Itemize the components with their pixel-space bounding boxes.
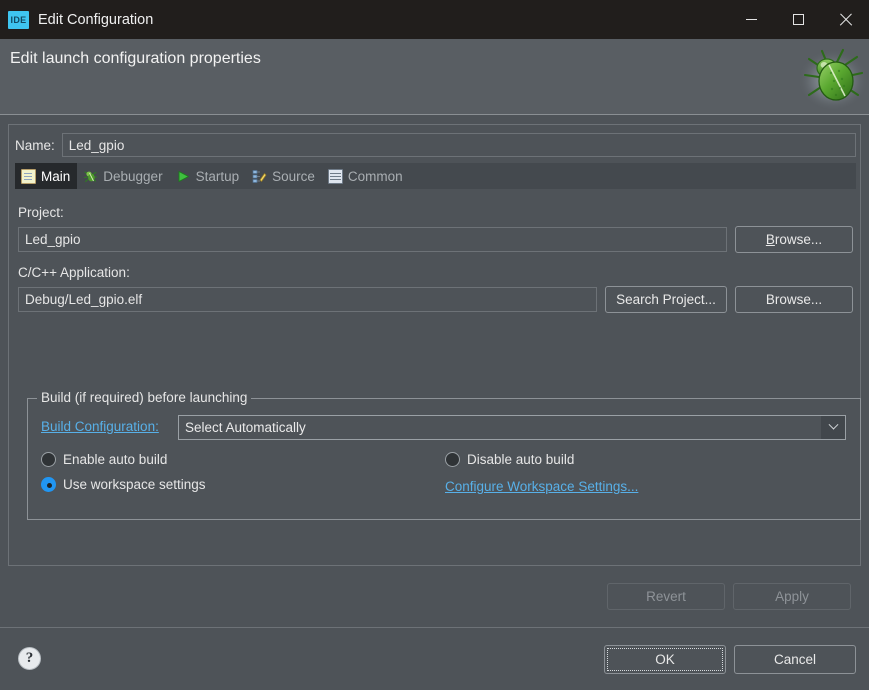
tab-debugger[interactable]: Debugger bbox=[77, 163, 169, 189]
bug-icon bbox=[799, 48, 867, 109]
tab-source[interactable]: Source bbox=[246, 163, 322, 189]
radio-disable-auto-build-label: Disable auto build bbox=[467, 452, 575, 467]
cancel-button[interactable]: Cancel bbox=[734, 645, 856, 674]
application-browse-button[interactable]: Browse... bbox=[735, 286, 853, 313]
project-browse-mnemonic: B bbox=[765, 232, 775, 247]
tab-startup[interactable]: Startup bbox=[170, 163, 247, 189]
tab-startup-label: Startup bbox=[195, 168, 240, 184]
tab-main-label: Main bbox=[41, 168, 71, 184]
header-separator bbox=[0, 114, 869, 115]
tab-debugger-label: Debugger bbox=[103, 168, 163, 184]
source-edit-icon bbox=[252, 169, 267, 184]
edit-configuration-dialog: IDE Edit Configuration Edit launch confi… bbox=[0, 0, 869, 690]
configure-workspace-settings-link[interactable]: Configure Workspace Settings... bbox=[445, 479, 638, 494]
footer-separator bbox=[0, 627, 869, 628]
build-group: Build (if required) before launching Bui… bbox=[27, 390, 861, 520]
close-icon bbox=[839, 13, 852, 26]
chevron-down-icon bbox=[821, 416, 845, 439]
table-icon bbox=[327, 168, 343, 184]
bug-icon bbox=[83, 169, 98, 184]
revert-apply-row: Revert Apply bbox=[607, 583, 851, 610]
minimize-button[interactable] bbox=[728, 0, 775, 39]
apply-button[interactable]: Apply bbox=[733, 583, 851, 610]
tab-main[interactable]: Main bbox=[15, 163, 78, 189]
application-label: C/C++ Application: bbox=[18, 265, 130, 280]
build-configuration-value: Select Automatically bbox=[185, 420, 306, 435]
project-browse-label: rowse... bbox=[774, 232, 823, 247]
tab-common[interactable]: Common bbox=[322, 163, 410, 189]
application-input[interactable] bbox=[18, 287, 597, 312]
project-browse-button[interactable]: Browse... bbox=[735, 226, 853, 253]
radio-indicator bbox=[445, 452, 460, 467]
tab-source-label: Source bbox=[272, 168, 315, 184]
help-icon[interactable]: ? bbox=[18, 647, 41, 670]
header-title: Edit launch configuration properties bbox=[10, 50, 261, 67]
radio-disable-auto-build[interactable]: Disable auto build bbox=[445, 452, 574, 467]
ok-button[interactable]: OK bbox=[604, 645, 726, 674]
project-label: Project: bbox=[18, 205, 64, 220]
radio-enable-auto-build-label: Enable auto build bbox=[63, 452, 168, 467]
name-input[interactable] bbox=[61, 133, 856, 157]
dialog-content: Name: Main bbox=[8, 124, 861, 566]
search-project-button[interactable]: Search Project... bbox=[605, 286, 727, 313]
dialog-header: Edit launch configuration properties bbox=[0, 39, 869, 115]
minimize-icon bbox=[746, 19, 757, 20]
radio-enable-auto-build[interactable]: Enable auto build bbox=[41, 452, 167, 467]
close-button[interactable] bbox=[822, 0, 869, 39]
project-input[interactable] bbox=[18, 227, 727, 252]
radio-indicator-selected bbox=[41, 477, 56, 492]
title-bar: IDE Edit Configuration bbox=[0, 0, 869, 39]
name-row: Name: bbox=[15, 133, 856, 157]
footer-buttons: OK Cancel bbox=[604, 645, 856, 674]
name-label: Name: bbox=[15, 137, 55, 153]
radio-use-workspace-settings-label: Use workspace settings bbox=[63, 477, 206, 492]
build-configuration-select[interactable]: Select Automatically bbox=[178, 415, 846, 440]
maximize-icon bbox=[793, 14, 804, 25]
build-configuration-link[interactable]: Build Configuration: bbox=[41, 419, 159, 434]
maximize-button[interactable] bbox=[775, 0, 822, 39]
revert-button[interactable]: Revert bbox=[607, 583, 725, 610]
radio-indicator bbox=[41, 452, 56, 467]
window-title: Edit Configuration bbox=[38, 11, 154, 28]
tab-common-label: Common bbox=[347, 168, 403, 184]
ide-app-icon: IDE bbox=[8, 10, 29, 29]
play-icon bbox=[176, 169, 191, 184]
build-group-title: Build (if required) before launching bbox=[37, 390, 252, 405]
document-icon bbox=[21, 168, 36, 184]
radio-use-workspace-settings[interactable]: Use workspace settings bbox=[41, 477, 206, 492]
tab-bar: Main Debugger Startup Source Common bbox=[15, 163, 856, 189]
window-controls bbox=[728, 0, 869, 39]
